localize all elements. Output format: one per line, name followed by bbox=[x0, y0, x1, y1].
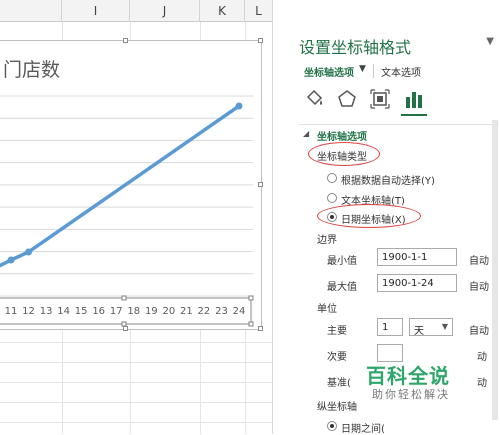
column-header-j[interactable]: J bbox=[130, 0, 200, 22]
chart-plot-area[interactable]: 11 12 13 14 15 16 17 18 19 20 21 22 23 24 bbox=[0, 41, 263, 331]
major-auto-button[interactable]: 自动 bbox=[469, 322, 489, 337]
chevron-down-icon[interactable]: ▼ bbox=[359, 64, 366, 74]
x-tick-label: 13 bbox=[40, 306, 53, 317]
highlight-ellipse bbox=[308, 142, 380, 166]
column-header-k[interactable]: K bbox=[200, 0, 245, 22]
bounds-label: 边界 bbox=[317, 235, 337, 246]
radio-text-axis[interactable] bbox=[327, 193, 337, 203]
maximum-auto-button[interactable]: 自动 bbox=[469, 278, 489, 293]
minimum-auto-button[interactable]: 自动 bbox=[469, 252, 489, 267]
pentagon-icon[interactable] bbox=[336, 88, 358, 110]
x-tick-label: 21 bbox=[180, 306, 193, 317]
column-header-l[interactable]: L bbox=[245, 0, 272, 22]
grid-line bbox=[0, 342, 272, 343]
x-tick-label: 16 bbox=[92, 306, 105, 317]
x-tick-label: 17 bbox=[110, 306, 123, 317]
tab-axis-options[interactable]: 坐标轴选项 bbox=[304, 64, 354, 79]
tab-text-options[interactable]: 文本选项 bbox=[381, 64, 421, 79]
pane-options-menu[interactable]: ▼ bbox=[486, 36, 494, 47]
pane-title: 设置坐标轴格式 bbox=[299, 38, 412, 57]
x-tick-label: 18 bbox=[127, 306, 140, 317]
x-tick-label: 22 bbox=[198, 306, 211, 317]
maximum-input[interactable]: 1900-1-24 bbox=[377, 274, 457, 292]
fill-bucket-icon[interactable] bbox=[303, 88, 325, 110]
resize-handle[interactable] bbox=[258, 182, 263, 187]
grid-line bbox=[0, 362, 272, 363]
active-tab-indicator bbox=[401, 114, 427, 116]
x-tick-label: 15 bbox=[75, 306, 88, 317]
minimum-input[interactable]: 1900-1-1 bbox=[377, 248, 457, 266]
watermark-slogan: 助你轻松解决 bbox=[372, 388, 450, 401]
axis-selection-handle[interactable] bbox=[121, 295, 127, 301]
radio-auto-axis[interactable] bbox=[327, 173, 337, 183]
highlight-ellipse bbox=[317, 204, 421, 228]
column-header-bar: I J K L bbox=[0, 0, 272, 22]
major-unit-label: 主要 bbox=[327, 326, 347, 337]
vertical-axis-crosses-label: 纵坐标轴 bbox=[317, 402, 357, 413]
x-axis-selection-box[interactable] bbox=[0, 297, 252, 325]
x-tick-label: 20 bbox=[162, 306, 175, 317]
series-line[interactable] bbox=[0, 104, 241, 268]
grid-line bbox=[0, 422, 272, 423]
watermark-brand: 百科全说 bbox=[366, 364, 450, 388]
collapse-triangle-icon[interactable]: ◢ bbox=[303, 129, 309, 138]
major-unit-select[interactable]: 天 ▼ bbox=[409, 318, 453, 337]
resize-handle[interactable] bbox=[258, 38, 263, 43]
base-auto-button[interactable]: 动 bbox=[477, 374, 487, 389]
tab-divider bbox=[373, 64, 374, 78]
divider bbox=[299, 124, 499, 125]
units-label: 单位 bbox=[317, 304, 337, 315]
column-header-i[interactable]: I bbox=[62, 0, 130, 22]
minor-unit-label: 次要 bbox=[327, 352, 347, 363]
bar-chart-icon[interactable] bbox=[403, 88, 425, 110]
radio-between-dates[interactable] bbox=[327, 421, 337, 431]
radio-between-dates-label[interactable]: 日期之间( bbox=[341, 420, 385, 435]
major-unit-input[interactable]: 1 bbox=[377, 318, 403, 336]
x-tick-label: 24 bbox=[233, 306, 246, 317]
axis-selection-handle[interactable] bbox=[248, 295, 254, 301]
worksheet[interactable]: I J K L 门店数 11 12 13 14 15 16 17 18 19 20 21 22 23 24 bbox=[0, 0, 272, 434]
resize-handle[interactable] bbox=[123, 38, 128, 43]
major-unit-select-value: 天 bbox=[414, 326, 424, 337]
section-axis-options[interactable]: 坐标轴选项 bbox=[317, 128, 367, 143]
x-tick-label: 14 bbox=[57, 306, 70, 317]
base-unit-label: 基准( bbox=[327, 378, 351, 389]
minor-auto-button[interactable]: 动 bbox=[477, 348, 487, 363]
radio-auto-axis-label[interactable]: 根据数据自动选择(Y) bbox=[341, 172, 435, 187]
chevron-down-icon: ▼ bbox=[441, 322, 448, 331]
minimum-label: 最小值 bbox=[327, 256, 357, 267]
x-tick-label: 12 bbox=[22, 306, 35, 317]
resize-handle[interactable] bbox=[258, 326, 263, 331]
grid-line bbox=[0, 382, 272, 383]
x-tick-label: 19 bbox=[145, 306, 158, 317]
x-tick-label: 11 bbox=[5, 306, 18, 317]
series-point[interactable] bbox=[235, 102, 243, 110]
pane-scrollbar[interactable] bbox=[492, 120, 498, 420]
resize-handle[interactable] bbox=[123, 326, 128, 331]
maximum-label: 最大值 bbox=[327, 282, 357, 293]
grid-line bbox=[0, 402, 272, 403]
series-point[interactable] bbox=[25, 248, 33, 256]
x-tick-label: 23 bbox=[215, 306, 228, 317]
series-point[interactable] bbox=[7, 256, 15, 264]
size-properties-icon[interactable] bbox=[369, 88, 391, 110]
axis-selection-handle[interactable] bbox=[248, 321, 254, 327]
column-header-partial[interactable] bbox=[0, 0, 62, 22]
chart-object[interactable]: 门店数 11 12 13 14 15 16 17 18 19 20 21 22 23 24 bbox=[0, 38, 263, 331]
